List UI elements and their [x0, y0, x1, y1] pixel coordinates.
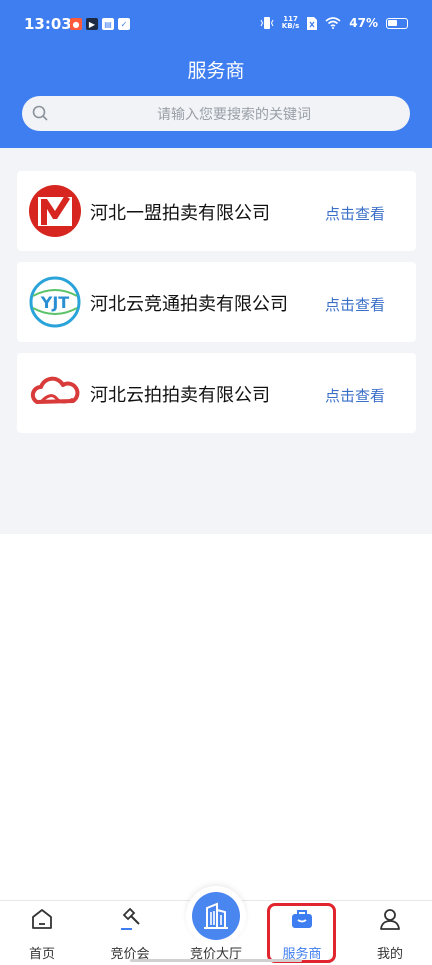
home-indicator: [130, 959, 302, 962]
app-notification-icon: ●: [70, 18, 82, 30]
network-speed-unit: KB/s: [281, 22, 300, 30]
search-icon: [32, 105, 48, 121]
provider-card[interactable]: YJT 河北云竞通拍卖有限公司 点击查看: [17, 262, 416, 342]
notification-icons: ● ▶ ▤ ✓: [70, 18, 130, 30]
no-sim-icon: [307, 16, 318, 30]
svg-text:YJT: YJT: [40, 293, 70, 312]
header-bar: 13:03 ● ▶ ▤ ✓ 117 KB/s 47% 服务商: [0, 0, 432, 148]
tab-label: 我的: [376, 947, 403, 962]
provider-card[interactable]: 河北一盟拍卖有限公司 点击查看: [17, 171, 416, 251]
search-bar[interactable]: [22, 96, 410, 133]
tab-label: 首页: [28, 947, 55, 962]
building-icon: [204, 902, 228, 929]
user-icon: [380, 909, 400, 930]
provider-card[interactable]: 河北云拍拍卖有限公司 点击查看: [17, 353, 416, 433]
provider-list: 河北一盟拍卖有限公司 点击查看 YJT 河北云竞通拍卖有限公司 点击查看 河北云…: [0, 148, 432, 534]
video-notification-icon: ▶: [86, 18, 98, 30]
search-input[interactable]: [62, 96, 406, 133]
wifi-icon: [325, 17, 341, 29]
page-title: 服务商: [187, 60, 245, 82]
view-details-link[interactable]: 点击查看: [325, 385, 385, 406]
gavel-icon: [121, 907, 140, 930]
network-speed: 117 KB/s: [282, 16, 299, 30]
yimeng-logo: [29, 185, 81, 237]
tab-home[interactable]: 首页: [2, 901, 82, 965]
home-icon: [32, 909, 52, 929]
provider-name: 河北一盟拍卖有限公司: [90, 203, 270, 224]
vibrate-icon: [260, 17, 274, 29]
tab-highlight-box: [267, 903, 336, 963]
tab-auction-meeting[interactable]: 竞价会: [90, 901, 170, 965]
provider-name: 河北云竞通拍卖有限公司: [90, 294, 288, 315]
mail-notification-icon: ✓: [118, 18, 130, 30]
battery-percentage: 47%: [349, 16, 378, 30]
status-time: 13:03: [24, 15, 72, 33]
status-bar: 13:03 ● ▶ ▤ ✓ 117 KB/s 47%: [0, 0, 432, 50]
bidding-hall-center-button[interactable]: [186, 886, 246, 946]
status-right: 117 KB/s 47%: [260, 16, 408, 30]
yunjingtong-logo: YJT: [29, 276, 81, 328]
battery-icon: [386, 17, 408, 29]
view-details-link[interactable]: 点击查看: [325, 203, 385, 224]
yunpai-cloud-logo: [30, 376, 80, 404]
center-button-circle: [192, 892, 240, 940]
provider-name: 河北云拍拍卖有限公司: [90, 385, 270, 406]
tab-mine[interactable]: 我的: [350, 901, 430, 965]
view-details-link[interactable]: 点击查看: [325, 294, 385, 315]
calendar-notification-icon: ▤: [102, 18, 114, 30]
